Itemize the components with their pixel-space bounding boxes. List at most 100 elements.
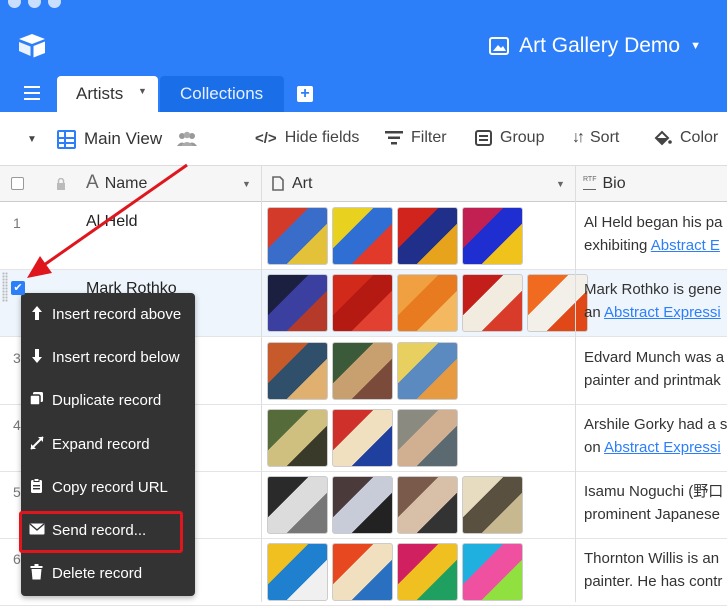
base-title[interactable]: Art Gallery Demo ▼ xyxy=(489,34,701,58)
bio-text: Arshile Gorky had a s xyxy=(584,416,727,433)
caret-down-icon[interactable]: ▼ xyxy=(27,134,37,145)
artwork-thumbnail[interactable] xyxy=(332,409,393,467)
bio-cell[interactable]: Edvard Munch was a painter and printmak xyxy=(584,346,727,392)
chevron-down-icon[interactable]: ▼ xyxy=(556,166,565,202)
color-button[interactable]: Color xyxy=(654,129,718,147)
sort-button[interactable]: ↓↑ Sort xyxy=(572,129,619,147)
row-number: 3 xyxy=(13,350,21,366)
expand-icon xyxy=(21,435,52,454)
bio-cell[interactable]: Arshile Gorky had a s on Abstract Express… xyxy=(584,413,727,459)
select-all-checkbox[interactable] xyxy=(11,166,24,202)
tab-collections[interactable]: Collections xyxy=(160,76,284,112)
menu-item-expand-record[interactable]: Expand record xyxy=(21,423,195,466)
bio-text: an xyxy=(584,304,605,321)
bio-link[interactable]: Abstract Expressi xyxy=(604,439,721,456)
menu-item-label: Insert record below xyxy=(52,349,180,366)
artwork-thumbnail[interactable] xyxy=(332,476,393,534)
tab-artists[interactable]: Artists ▼ xyxy=(57,76,158,112)
view-switcher[interactable]: Main View xyxy=(57,129,198,149)
filter-button[interactable]: Filter xyxy=(385,129,447,147)
bio-cell[interactable]: Isamu Noguchi (野口 prominent Japanese xyxy=(584,480,727,526)
artwork-thumbnail[interactable] xyxy=(332,543,393,601)
row-select-checkbox[interactable]: ✔ xyxy=(11,281,25,295)
group-label: Group xyxy=(500,129,545,146)
art-attachments-cell[interactable] xyxy=(267,274,588,332)
color-label: Color xyxy=(680,129,719,146)
column-header-art[interactable]: Art xyxy=(272,166,312,202)
artwork-thumbnail[interactable] xyxy=(267,543,328,601)
attachment-field-icon xyxy=(272,176,284,191)
image-icon xyxy=(489,37,510,55)
art-attachments-cell[interactable] xyxy=(267,476,523,534)
window-dot xyxy=(28,0,41,8)
artwork-thumbnail[interactable] xyxy=(267,409,328,467)
menu-item-duplicate-record[interactable]: Duplicate record xyxy=(21,379,195,422)
menu-item-copy-record-url[interactable]: Copy record URL xyxy=(21,466,195,509)
paint-bucket-icon xyxy=(654,130,672,146)
artwork-thumbnail[interactable] xyxy=(397,207,458,265)
tab-label: Artists xyxy=(76,84,124,103)
row-number: 1 xyxy=(13,215,21,231)
bio-text: on xyxy=(584,439,605,456)
bio-link[interactable]: Abstract Expressi xyxy=(604,304,721,321)
bio-text: Thornton Willis is an xyxy=(584,550,720,567)
row-number: 6 xyxy=(13,551,21,567)
artwork-thumbnail[interactable] xyxy=(332,342,393,400)
window-dot xyxy=(8,0,21,8)
artwork-thumbnail[interactable] xyxy=(462,543,523,601)
artwork-thumbnail[interactable] xyxy=(332,207,393,265)
group-button[interactable]: Group xyxy=(475,129,544,147)
chevron-down-icon: ▼ xyxy=(690,40,701,52)
view-toolbar: ▼ Main View </> Hide fields Filter Group… xyxy=(0,112,727,166)
window-dot xyxy=(48,0,61,8)
send-record-highlight-box xyxy=(19,511,183,553)
clipboard-icon xyxy=(21,477,52,498)
art-attachments-cell[interactable] xyxy=(267,543,523,601)
bio-cell[interactable]: Mark Rothko is gene an Abstract Expressi xyxy=(584,278,727,324)
app-header: Art Gallery Demo ▼ xyxy=(0,0,727,76)
chevron-down-icon[interactable]: ▼ xyxy=(138,86,147,96)
bio-text: Isamu Noguchi (野口 xyxy=(584,483,724,500)
menu-item-insert-record-below[interactable]: Insert record below xyxy=(21,336,195,379)
artwork-thumbnail[interactable] xyxy=(397,409,458,467)
art-attachments-cell[interactable] xyxy=(267,342,458,400)
add-table-button[interactable]: + xyxy=(297,86,313,102)
arrow-down-icon xyxy=(21,348,52,368)
sort-label: Sort xyxy=(590,129,620,146)
artwork-thumbnail[interactable] xyxy=(267,207,328,265)
artwork-thumbnail[interactable] xyxy=(527,274,588,332)
artwork-thumbnail[interactable] xyxy=(397,274,458,332)
artwork-thumbnail[interactable] xyxy=(462,476,523,534)
column-label: Art xyxy=(292,175,313,192)
menu-item-label: Duplicate record xyxy=(52,392,162,409)
artwork-thumbnail[interactable] xyxy=(397,342,458,400)
menu-icon[interactable] xyxy=(24,86,40,100)
bio-text: prominent Japanese xyxy=(584,506,720,523)
menu-item-delete-record[interactable]: Delete record xyxy=(21,552,195,595)
grid-view-icon xyxy=(57,129,76,149)
artwork-thumbnail[interactable] xyxy=(267,476,328,534)
column-header-bio[interactable]: RTF Bio xyxy=(583,166,626,202)
art-attachments-cell[interactable] xyxy=(267,409,458,467)
bio-cell[interactable]: Al Held began his pa exhibiting Abstract … xyxy=(584,211,727,257)
artwork-thumbnail[interactable] xyxy=(462,207,523,265)
hide-fields-button[interactable]: </> Hide fields xyxy=(255,129,359,147)
artwork-thumbnail[interactable] xyxy=(397,476,458,534)
artwork-thumbnail[interactable] xyxy=(462,274,523,332)
artwork-thumbnail[interactable] xyxy=(267,342,328,400)
artwork-thumbnail[interactable] xyxy=(332,274,393,332)
text-field-icon: A xyxy=(86,172,99,193)
bio-cell[interactable]: Thornton Willis is an painter. He has con… xyxy=(584,547,727,593)
artist-name-cell[interactable]: Al Held xyxy=(86,213,138,231)
column-label: Bio xyxy=(602,175,626,192)
bio-link[interactable]: Abstract E xyxy=(651,237,720,254)
column-header-name[interactable]: A Name xyxy=(86,166,147,202)
menu-item-insert-record-above[interactable]: Insert record above xyxy=(21,293,195,336)
chevron-down-icon[interactable]: ▼ xyxy=(242,166,251,202)
airtable-logo-icon[interactable] xyxy=(16,32,48,60)
art-attachments-cell[interactable] xyxy=(267,207,523,265)
artwork-thumbnail[interactable] xyxy=(397,543,458,601)
row-drag-handle[interactable] xyxy=(2,272,8,302)
artwork-thumbnail[interactable] xyxy=(267,274,328,332)
table-row[interactable]: 1 Al Held Al Held began his pa exhibiting A… xyxy=(0,203,727,270)
